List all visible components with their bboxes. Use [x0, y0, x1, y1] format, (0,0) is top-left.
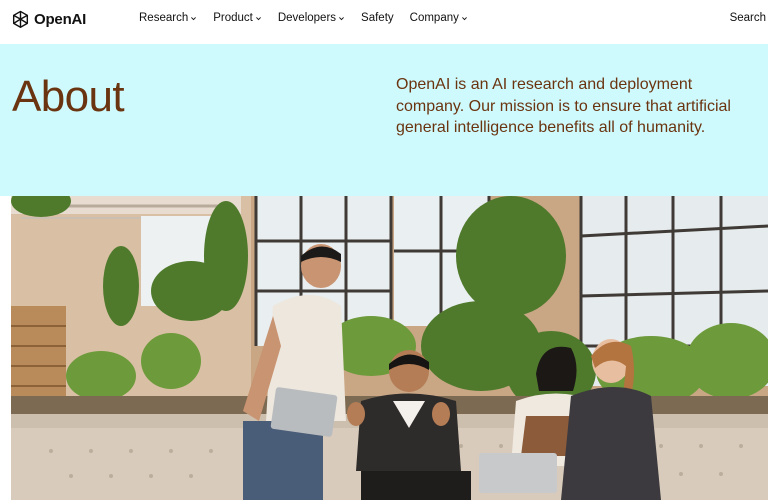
- about-hero: About OpenAI is an AI research and deplo…: [0, 44, 768, 196]
- nav-item-label: Research: [139, 12, 189, 24]
- nav-item-label: Developers: [277, 12, 337, 24]
- openai-logo-icon: [10, 9, 31, 30]
- office-team-photo: [11, 196, 768, 500]
- mission-statement: OpenAI is an AI research and deployment …: [396, 76, 731, 136]
- page-title: About: [12, 72, 125, 121]
- nav-item-label: Safety: [361, 12, 394, 24]
- nav-item-label: Company: [409, 12, 459, 24]
- logo-wordmark: OpenAI: [34, 11, 87, 28]
- chevron-down-icon: [461, 16, 467, 20]
- nav-item-company[interactable]: Company: [410, 12, 468, 24]
- search-button[interactable]: Search: [730, 12, 766, 24]
- chevron-down-icon: [339, 16, 344, 20]
- chevron-down-icon: [255, 16, 261, 20]
- chevron-down-icon: [191, 16, 197, 20]
- nav-item-research[interactable]: Research: [139, 12, 197, 24]
- office-photo-illustration: [11, 196, 768, 500]
- nav-item-developers[interactable]: Developers: [278, 12, 345, 24]
- openai-logo-link[interactable]: OpenAI: [10, 9, 86, 30]
- main-menu: Research Product Developers Safety Compa…: [139, 12, 468, 24]
- nav-item-product[interactable]: Product: [213, 12, 262, 24]
- top-nav: OpenAI Research Product Developers Safet…: [0, 0, 768, 40]
- nav-item-safety[interactable]: Safety: [361, 12, 394, 24]
- nav-item-label: Product: [213, 12, 253, 24]
